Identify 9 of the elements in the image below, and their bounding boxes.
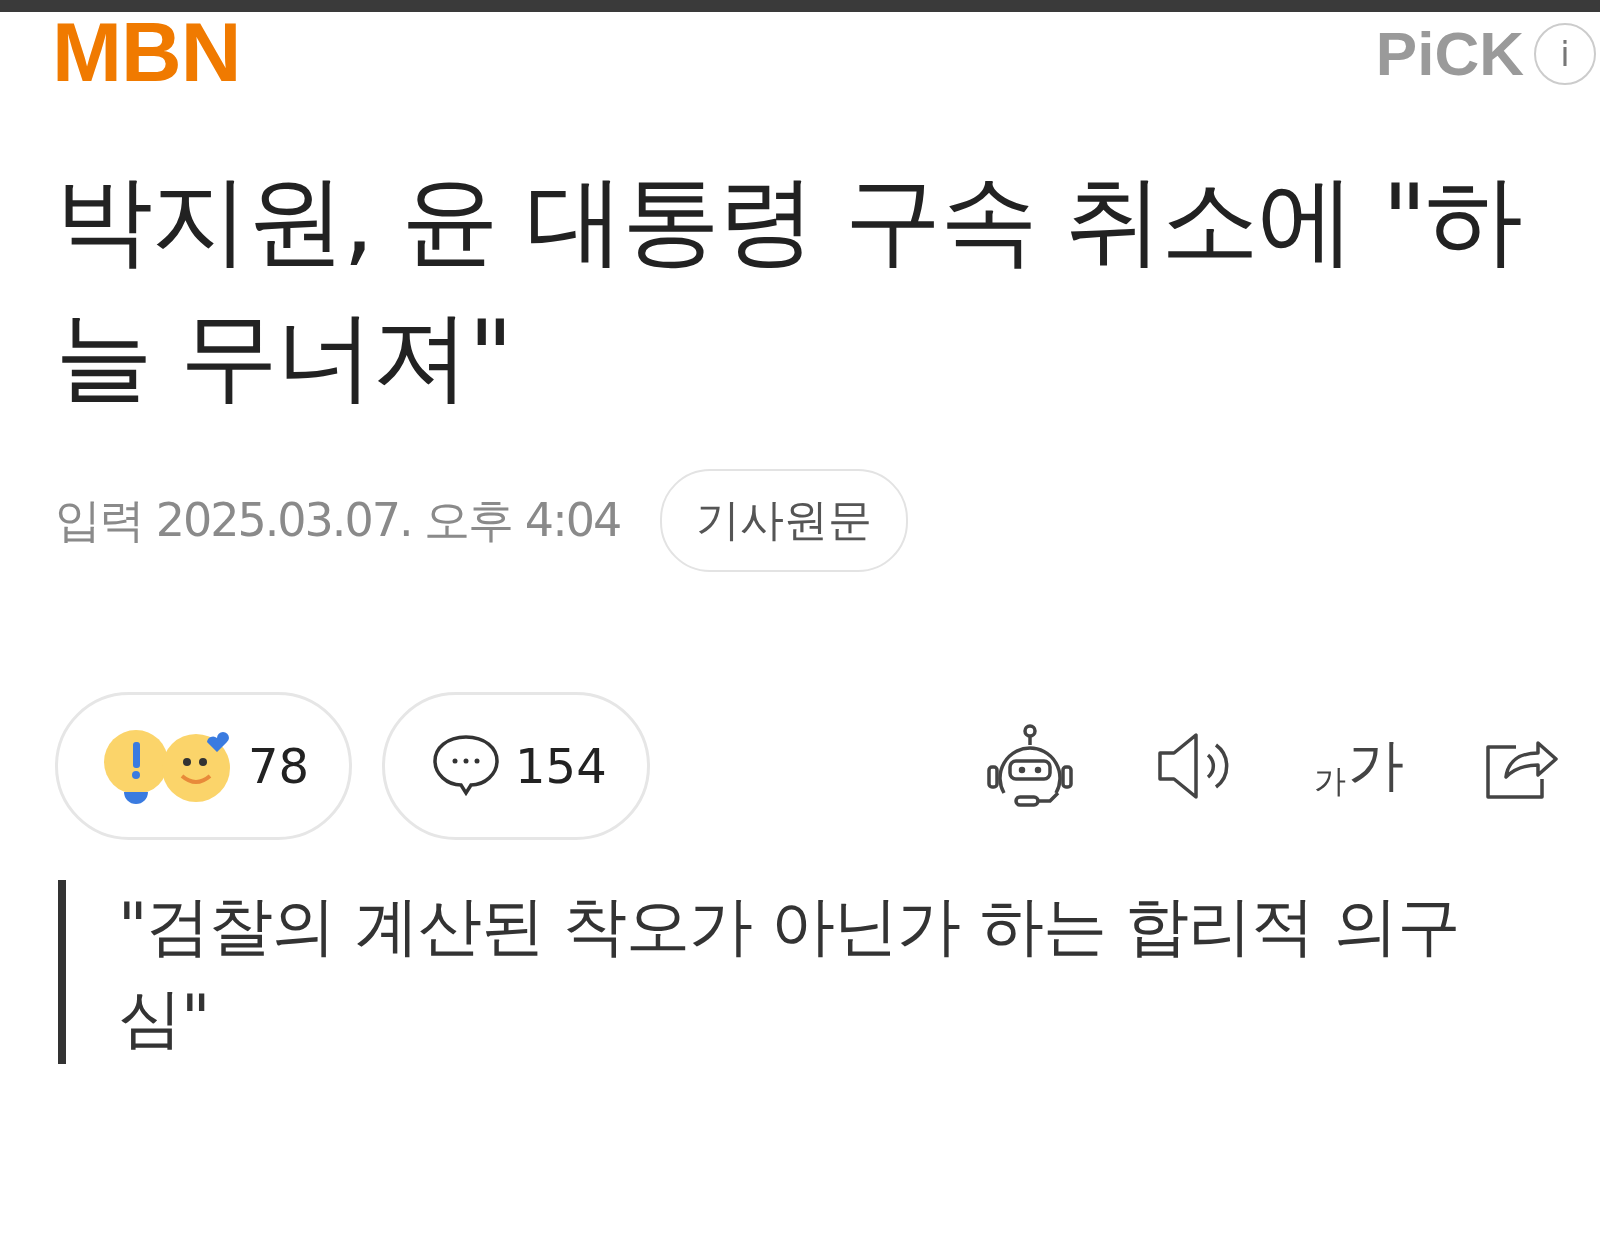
timestamp: 입력 2025.03.07. 오후 4:04 [55,491,621,549]
robot-icon[interactable] [984,723,1076,809]
reaction-button[interactable]: 78 [55,692,353,840]
original-article-link[interactable]: 기사원문 [660,469,909,572]
comment-button[interactable]: 154 [382,692,650,840]
headline: 박지원, 윤 대통령 구속 취소에 "하늘 무너져" [55,162,1522,415]
pick-label: PiCK [1375,18,1524,89]
quote: "검찰의 계산된 착오가 아닌가 하는 합리적 의구심" [58,880,1520,1064]
info-button[interactable]: i [1534,22,1596,85]
